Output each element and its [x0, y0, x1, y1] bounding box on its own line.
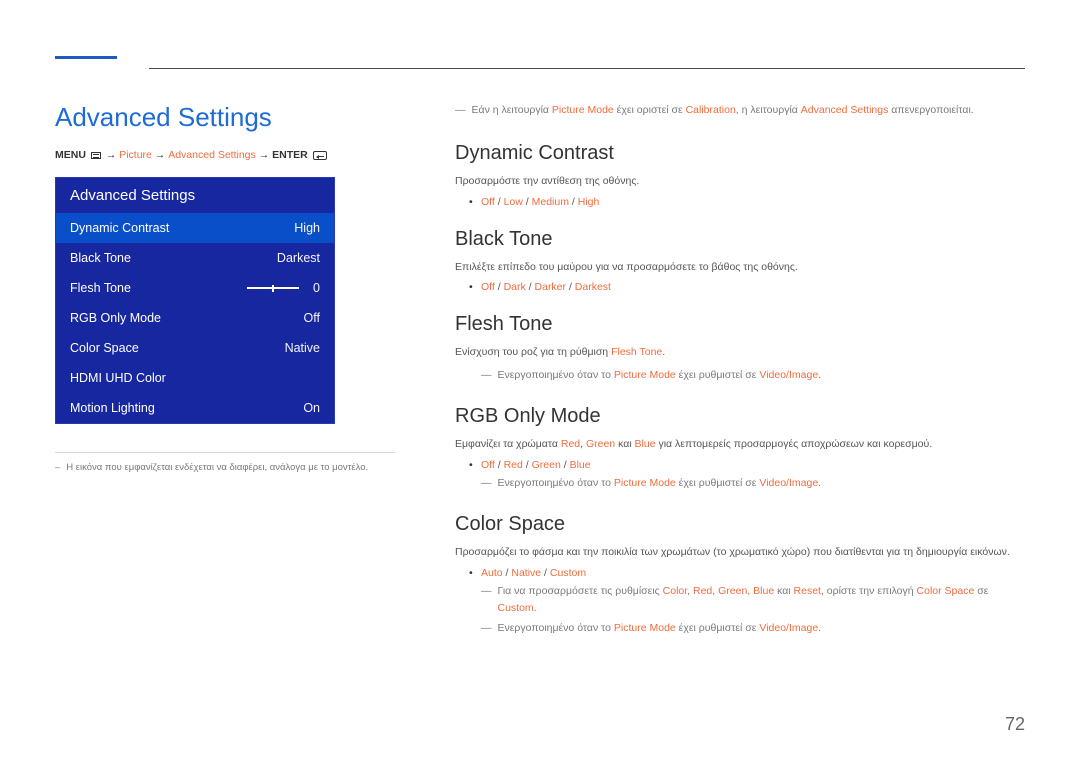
osd-value: High: [294, 221, 320, 235]
osd-label: Color Space: [70, 341, 139, 355]
bc-adv: Advanced Settings: [168, 149, 256, 161]
left-column: Advanced Settings MENU → Picture → Advan…: [55, 102, 395, 475]
osd-row-rgb-only-mode[interactable]: RGB Only Mode Off: [56, 303, 334, 333]
desc-rgb-only-mode: Εμφανίζει τα χρώματα Red, Green και Blue…: [455, 436, 1025, 453]
breadcrumb: MENU → Picture → Advanced Settings → ENT…: [55, 149, 395, 161]
osd-panel: Advanced Settings Dynamic Contrast High …: [55, 177, 335, 424]
menu-icon: [91, 152, 101, 159]
note-rgb-only-mode: ― Ενεργοποιημένο όταν το Picture Mode έχ…: [481, 475, 1025, 493]
note-text: Εάν η λειτουργία Picture Mode έχει οριστ…: [472, 102, 974, 120]
opts-rgb-only-mode: Off / Red / Green / Blue: [481, 459, 1025, 471]
desc-black-tone: Επιλέξτε επίπεδο του μαύρου για να προσα…: [455, 259, 1025, 276]
osd-label: Motion Lighting: [70, 401, 155, 415]
desc-dynamic-contrast: Προσαρμόστε την αντίθεση της οθόνης.: [455, 173, 1025, 190]
section-color-space: Color Space: [455, 513, 1025, 536]
bc-enter: ENTER: [272, 149, 308, 161]
opts-color-space: Auto / Native / Custom: [481, 567, 1025, 579]
osd-label: HDMI UHD Color: [70, 371, 166, 385]
osd-label: RGB Only Mode: [70, 311, 161, 325]
opts-dynamic-contrast: Off / Low / Medium / High: [481, 196, 1025, 208]
osd-label: Black Tone: [70, 251, 131, 265]
bc-picture: Picture: [119, 149, 152, 161]
note-dash: ―: [481, 475, 492, 493]
note-color-space-2: ― Ενεργοποιημένο όταν το Picture Mode έχ…: [481, 620, 1025, 638]
section-black-tone: Black Tone: [455, 228, 1025, 251]
section-rgb-only-mode: RGB Only Mode: [455, 405, 1025, 428]
note-text: Η εικόνα που εμφανίζεται ενδέχεται να δι…: [66, 461, 368, 475]
osd-value: Off: [304, 311, 320, 325]
note-dash: –: [55, 461, 60, 475]
note-color-space-1: ― Για να προσαρμόσετε τις ρυθμίσεις Colo…: [481, 583, 1025, 619]
opts-black-tone: Off / Dark / Darker / Darkest: [481, 281, 1025, 293]
osd-label: Dynamic Contrast: [70, 221, 169, 235]
section-flesh-tone: Flesh Tone: [455, 313, 1025, 336]
osd-panel-header: Advanced Settings: [56, 178, 334, 213]
bc-arrow: →: [106, 149, 119, 161]
osd-row-black-tone[interactable]: Black Tone Darkest: [56, 243, 334, 273]
desc-flesh-tone: Ενίσχυση του ροζ για τη ρύθμιση Flesh To…: [455, 344, 1025, 361]
note-flesh-tone: ― Ενεργοποιημένο όταν το Picture Mode έχ…: [481, 367, 1025, 385]
slider-track[interactable]: [247, 287, 299, 289]
osd-row-flesh-tone[interactable]: Flesh Tone 0: [56, 273, 334, 303]
bc-menu: MENU: [55, 149, 86, 161]
note-dash: ―: [481, 583, 492, 619]
left-divider: [55, 452, 395, 453]
osd-value: Darkest: [277, 251, 320, 265]
desc-color-space: Προσαρμόζει το φάσμα και την ποικιλία τω…: [455, 544, 1025, 561]
note-dash: ―: [455, 102, 466, 120]
osd-row-hdmi-uhd-color[interactable]: HDMI UHD Color: [56, 363, 334, 393]
bc-arrow: →: [155, 149, 168, 161]
osd-label: Flesh Tone: [70, 281, 131, 295]
slider-knob[interactable]: [272, 285, 274, 292]
bc-arrow: →: [259, 149, 272, 161]
osd-row-motion-lighting[interactable]: Motion Lighting On: [56, 393, 334, 423]
right-column: ― Εάν η λειτουργία Picture Mode έχει ορι…: [455, 102, 1025, 638]
enter-icon: [313, 151, 327, 160]
osd-row-dynamic-contrast[interactable]: Dynamic Contrast High: [56, 213, 334, 243]
note-dash: ―: [481, 367, 492, 385]
section-dynamic-contrast: Dynamic Contrast: [455, 142, 1025, 165]
intro-note: ― Εάν η λειτουργία Picture Mode έχει ορι…: [455, 102, 1025, 120]
osd-value: Native: [285, 341, 320, 355]
left-note: – Η εικόνα που εμφανίζεται ενδέχεται να …: [55, 461, 395, 475]
header-divider: [149, 68, 1025, 69]
page-title: Advanced Settings: [55, 102, 395, 133]
note-dash: ―: [481, 620, 492, 638]
osd-value: On: [303, 401, 320, 415]
page-number: 72: [1005, 714, 1025, 735]
osd-slider[interactable]: 0: [247, 281, 320, 295]
osd-value: 0: [313, 281, 320, 295]
osd-row-color-space[interactable]: Color Space Native: [56, 333, 334, 363]
header-accent-bar: [55, 56, 117, 59]
